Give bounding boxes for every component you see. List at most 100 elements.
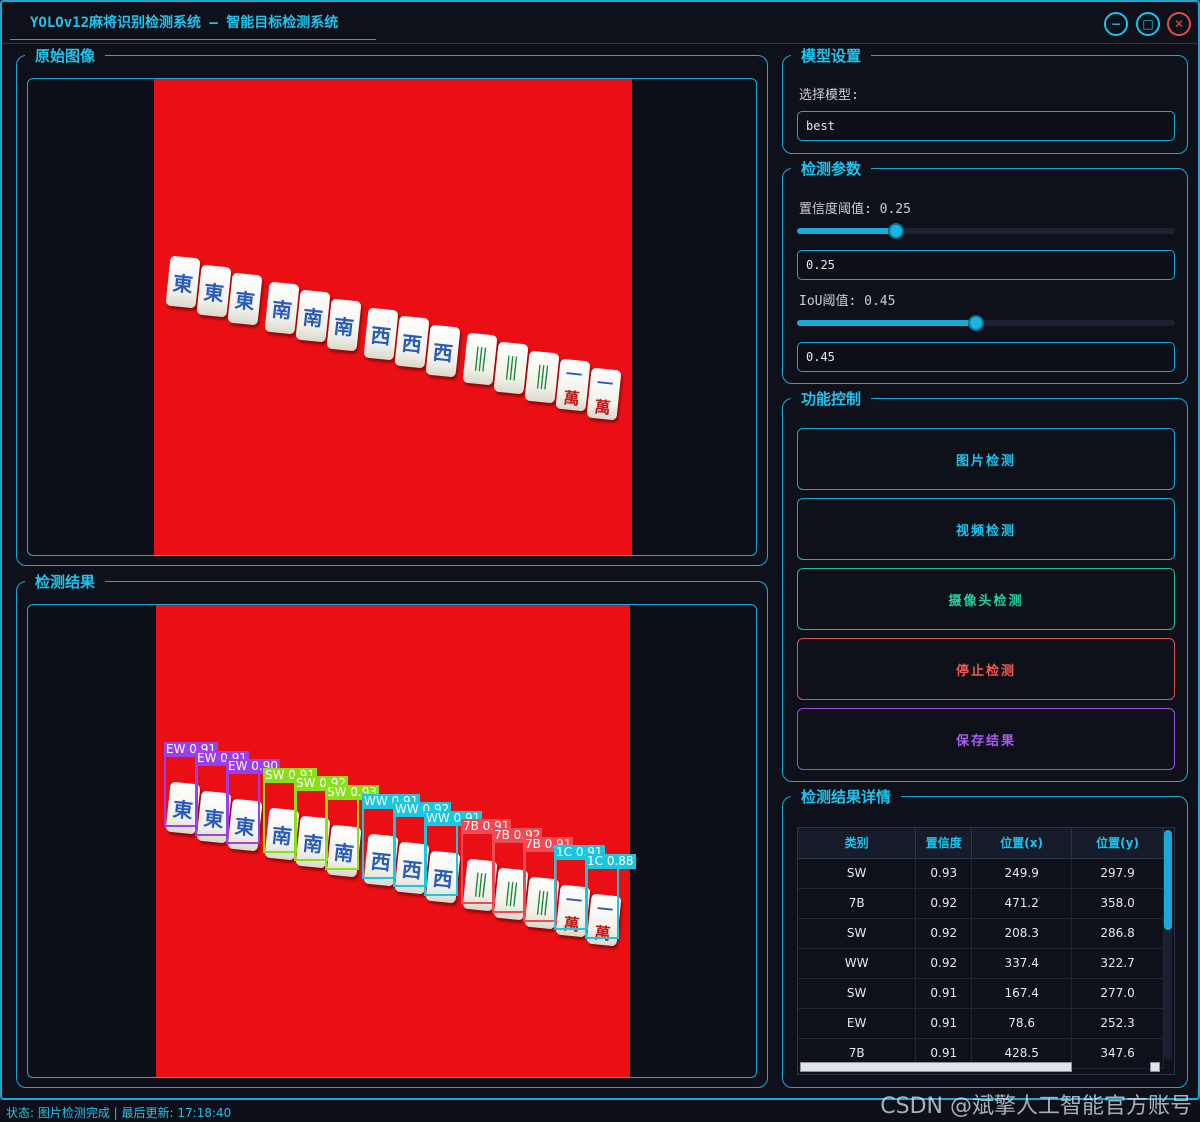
mahjong-tile: 一萬: [586, 367, 622, 421]
mahjong-tile: 東: [196, 264, 232, 318]
tile-char: 一: [596, 373, 615, 394]
column-header-x[interactable]: 位置(x): [971, 828, 1073, 859]
window-title: YOLOv12麻将识别检测系统 – 智能目标检测系统: [10, 6, 376, 40]
mahjong-tile: 西: [425, 324, 461, 378]
table-cell: EW: [798, 1008, 917, 1039]
detection-box: EW 0.91: [195, 750, 249, 836]
mahjong-tile: 南: [326, 298, 362, 352]
iou-slider[interactable]: [797, 315, 1175, 331]
table-cell: 7B: [798, 888, 917, 919]
conf-slider-fill: [797, 228, 897, 234]
stop-detect-button[interactable]: 停止检测: [797, 638, 1175, 700]
detection-box: EW 0.90: [226, 759, 280, 845]
mahjong-tile: 西: [363, 307, 399, 361]
detection-box: EW 0.91: [164, 742, 218, 827]
video-detect-button[interactable]: 视频检测: [797, 498, 1175, 560]
image-detect-button[interactable]: 图片检测: [797, 428, 1175, 490]
table-cell: 337.4: [971, 948, 1073, 979]
original-photo: 東東東南南南西西西 ||| ||| ||| ||| ||| ||| 一萬一萬: [154, 79, 632, 555]
table-cell: 322.7: [1071, 948, 1164, 979]
conf-slider[interactable]: [797, 223, 1175, 239]
table-cell: WW: [798, 948, 917, 979]
table-row[interactable]: SW 0.91 167.4 277.0: [798, 978, 1164, 1009]
function-control-title: 功能控制: [791, 389, 872, 409]
result-image-frame: 東東東南南南西西西 ||| ||| ||| ||| ||| ||| 一萬一萬 EW 0.9…: [27, 604, 757, 1078]
table-body: SW 0.93 249.9 297.9 7B 0.92 471.2 358.0 SW 0.92 20…: [798, 858, 1164, 1069]
detection-box: WW 0.91: [424, 810, 483, 896]
scroll-corner: [1150, 1062, 1160, 1072]
save-result-button[interactable]: 保存结果: [797, 708, 1175, 770]
mahjong-tile: 東: [227, 272, 263, 326]
mahjong-tile: 東: [165, 255, 201, 309]
detection-box: SW 0.93: [325, 785, 380, 870]
app-window: YOLOv12麻将识别检测系统 – 智能目标检测系统 − □ ✕ 原始图像 東東…: [0, 0, 1200, 1100]
table-row[interactable]: 7B 0.92 471.2 358.0: [798, 888, 1164, 919]
minimize-icon: −: [1110, 17, 1122, 31]
iou-slider-handle[interactable]: [967, 315, 984, 331]
table-cell: 0.91: [915, 1008, 973, 1039]
maximize-button[interactable]: □: [1136, 12, 1160, 36]
mahjong-tile: 南: [295, 289, 331, 343]
select-model-label: 选择模型:: [799, 88, 859, 103]
table-cell: SW: [798, 918, 917, 949]
detection-box: 1C 0.88: [585, 853, 636, 939]
table-cell: SW: [798, 978, 917, 1009]
camera-detect-button[interactable]: 摄像头检测: [797, 568, 1175, 630]
detect-params-panel: 检测参数 置信度阈值: 0.25 0.25 IoU阈值: 0.45 0.45: [782, 159, 1188, 384]
detection-box: SW 0.92: [294, 776, 349, 862]
table-cell: 0.91: [915, 978, 973, 1009]
vertical-scrollbar[interactable]: [1164, 830, 1172, 1060]
table-row[interactable]: SW 0.93 249.9 297.9: [798, 858, 1164, 889]
table-cell: 78.6: [971, 1008, 1073, 1039]
table-cell: 358.0: [1071, 888, 1164, 919]
table-cell: 252.3: [1071, 1008, 1164, 1039]
mahjong-tile: 一萬: [555, 358, 591, 412]
maximize-icon: □: [1142, 17, 1154, 31]
column-header-class[interactable]: 类别: [798, 828, 917, 859]
table-cell: 0.92: [915, 948, 973, 979]
detection-result-panel: 检测结果 東東東南南南西西西 ||| ||| ||| ||| ||| ||| 一萬一萬 E…: [16, 572, 768, 1088]
mahjong-tile: 南: [264, 281, 300, 335]
detection-box: WW 0.92: [393, 802, 452, 888]
table-header-row: 类别 置信度 位置(x) 位置(y): [798, 828, 1164, 859]
iou-value-input[interactable]: 0.45: [797, 342, 1175, 372]
table-cell: 208.3: [971, 918, 1073, 949]
close-icon: ✕: [1173, 17, 1185, 31]
detection-box: 7B 0.91: [523, 836, 574, 922]
model-settings-panel: 模型设置 选择模型: best: [782, 46, 1188, 154]
minimize-button[interactable]: −: [1104, 12, 1128, 36]
mahjong-tile: ||| |||: [493, 341, 529, 395]
table-cell: 471.2: [971, 888, 1073, 919]
result-photo: 東東東南南南西西西 ||| ||| ||| ||| ||| ||| 一萬一萬 EW 0.9…: [156, 605, 636, 1077]
table-cell: 249.9: [971, 858, 1073, 889]
column-header-confidence[interactable]: 置信度: [915, 828, 973, 859]
detection-table[interactable]: 类别 置信度 位置(x) 位置(y) SW 0.93 249.9 297.9 7B 0.9…: [797, 827, 1175, 1075]
table-row[interactable]: SW 0.92 208.3 286.8: [798, 918, 1164, 949]
table-cell: SW: [798, 858, 917, 889]
detection-result-title: 检测结果: [25, 572, 106, 592]
status-bar: 状态: 图片检测完成 | 最后更新: 17:18:40: [6, 1106, 232, 1120]
detection-box: SW 0.91: [263, 767, 318, 853]
conf-threshold-label: 置信度阈值: 0.25: [799, 202, 911, 217]
column-header-y[interactable]: 位置(y): [1071, 828, 1164, 859]
model-settings-title: 模型设置: [791, 46, 872, 66]
detection-box: 7B 0.91: [461, 819, 512, 905]
table-row[interactable]: WW 0.92 337.4 322.7: [798, 948, 1164, 979]
function-control-panel: 功能控制 图片检测 视频检测 摄像头检测 停止检测 保存结果: [782, 389, 1188, 782]
horizontal-scrollbar[interactable]: [800, 1062, 1072, 1072]
conf-slider-handle[interactable]: [888, 223, 905, 239]
mahjong-tile: ||| |||: [524, 350, 560, 404]
detection-detail-panel: 检测结果详情 类别 置信度 位置(x) 位置(y) SW 0.93 249.9 297…: [782, 787, 1188, 1088]
vertical-scroll-thumb[interactable]: [1164, 830, 1172, 930]
tile-char: 一: [565, 364, 584, 386]
table-cell: 297.9: [1071, 858, 1164, 889]
tile-char: 萬: [593, 396, 612, 418]
table-cell: 167.4: [971, 978, 1073, 1009]
detection-label: 1C 0.88: [585, 853, 636, 869]
close-button[interactable]: ✕: [1167, 12, 1191, 36]
model-select[interactable]: best: [797, 111, 1175, 141]
original-image-panel: 原始图像 東東東南南南西西西 ||| ||| ||| ||| ||| ||| 一萬一萬: [16, 46, 768, 566]
table-row[interactable]: EW 0.91 78.6 252.3: [798, 1008, 1164, 1039]
table-cell: 0.92: [915, 918, 973, 949]
conf-value-input[interactable]: 0.25: [797, 250, 1175, 280]
